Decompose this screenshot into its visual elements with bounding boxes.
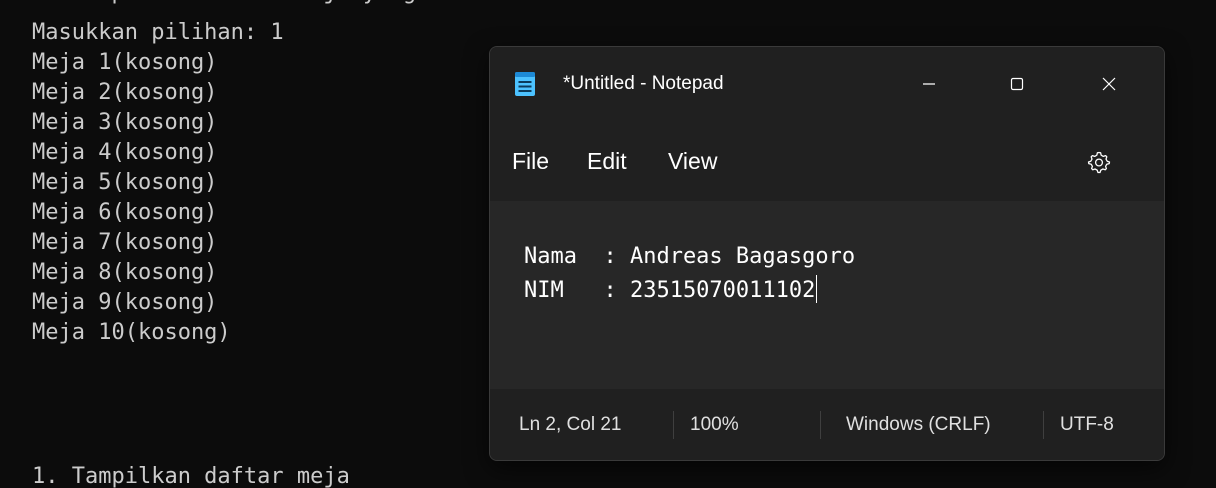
terminal-cutoff-line-bottom: 1. Tampilkan daftar meja xyxy=(32,464,350,488)
terminal-line: Meja 2(kosong) xyxy=(32,80,218,105)
text-editor[interactable]: Nama : Andreas Bagasgoro NIM : 235150700… xyxy=(490,201,1164,389)
minimize-icon xyxy=(923,83,935,85)
terminal-line: Meja 9(kosong) xyxy=(32,290,218,315)
cursor-position[interactable]: Ln 2, Col 21 xyxy=(519,411,621,439)
menu-bar: File Edit View xyxy=(490,121,1164,201)
editor-content: Nama : Andreas Bagasgoro NIM : 235150700… xyxy=(524,240,855,308)
editor-line-text: Nama : Andreas Bagasgoro xyxy=(524,244,856,269)
window-title: *Untitled - Notepad xyxy=(563,73,724,94)
line-ending[interactable]: Windows (CRLF) xyxy=(846,411,991,439)
terminal-line: Meja 8(kosong) xyxy=(32,260,218,285)
terminal-output: Masukkan pilihan: 1 Meja 1(kosong) Meja … xyxy=(32,18,284,348)
menu-file[interactable]: File xyxy=(512,145,549,177)
terminal-line: Meja 5(kosong) xyxy=(32,170,218,195)
close-button[interactable] xyxy=(1078,59,1140,109)
status-divider xyxy=(820,411,821,439)
settings-button[interactable] xyxy=(1080,143,1118,181)
status-divider xyxy=(673,411,674,439)
encoding[interactable]: UTF-8 xyxy=(1060,411,1114,439)
status-divider xyxy=(1043,411,1044,439)
editor-line: NIM : 23515070011102 xyxy=(524,274,855,308)
notepad-icon xyxy=(515,72,535,96)
terminal-cutoff-line-top: 1. Tampilkan daftar meja yang xyxy=(32,0,416,8)
status-bar: Ln 2, Col 21 100% Windows (CRLF) UTF-8 xyxy=(490,389,1164,460)
terminal-line: Masukkan pilihan: 1 xyxy=(32,20,284,45)
terminal-line: Meja 1(kosong) xyxy=(32,50,218,75)
text-caret xyxy=(816,275,818,303)
editor-line-text: NIM : 23515070011102 xyxy=(524,278,816,303)
terminal-line: Meja 3(kosong) xyxy=(32,110,218,135)
zoom-level[interactable]: 100% xyxy=(690,411,739,439)
maximize-button[interactable] xyxy=(986,59,1048,109)
editor-line: Nama : Andreas Bagasgoro xyxy=(524,240,855,274)
title-bar[interactable]: *Untitled - Notepad xyxy=(490,47,1164,121)
close-icon xyxy=(1102,77,1116,91)
terminal-line: Meja 6(kosong) xyxy=(32,200,218,225)
terminal-line: Meja 10(kosong) xyxy=(32,320,231,345)
maximize-icon xyxy=(1010,77,1024,91)
minimize-button[interactable] xyxy=(898,59,960,109)
menu-edit[interactable]: Edit xyxy=(587,145,627,177)
notepad-window[interactable]: *Untitled - Notepad File Edit View Nama … xyxy=(489,46,1165,461)
terminal-line: Meja 7(kosong) xyxy=(32,230,218,255)
terminal-line: Meja 4(kosong) xyxy=(32,140,218,165)
menu-view[interactable]: View xyxy=(668,145,717,177)
gear-icon xyxy=(1087,151,1111,174)
